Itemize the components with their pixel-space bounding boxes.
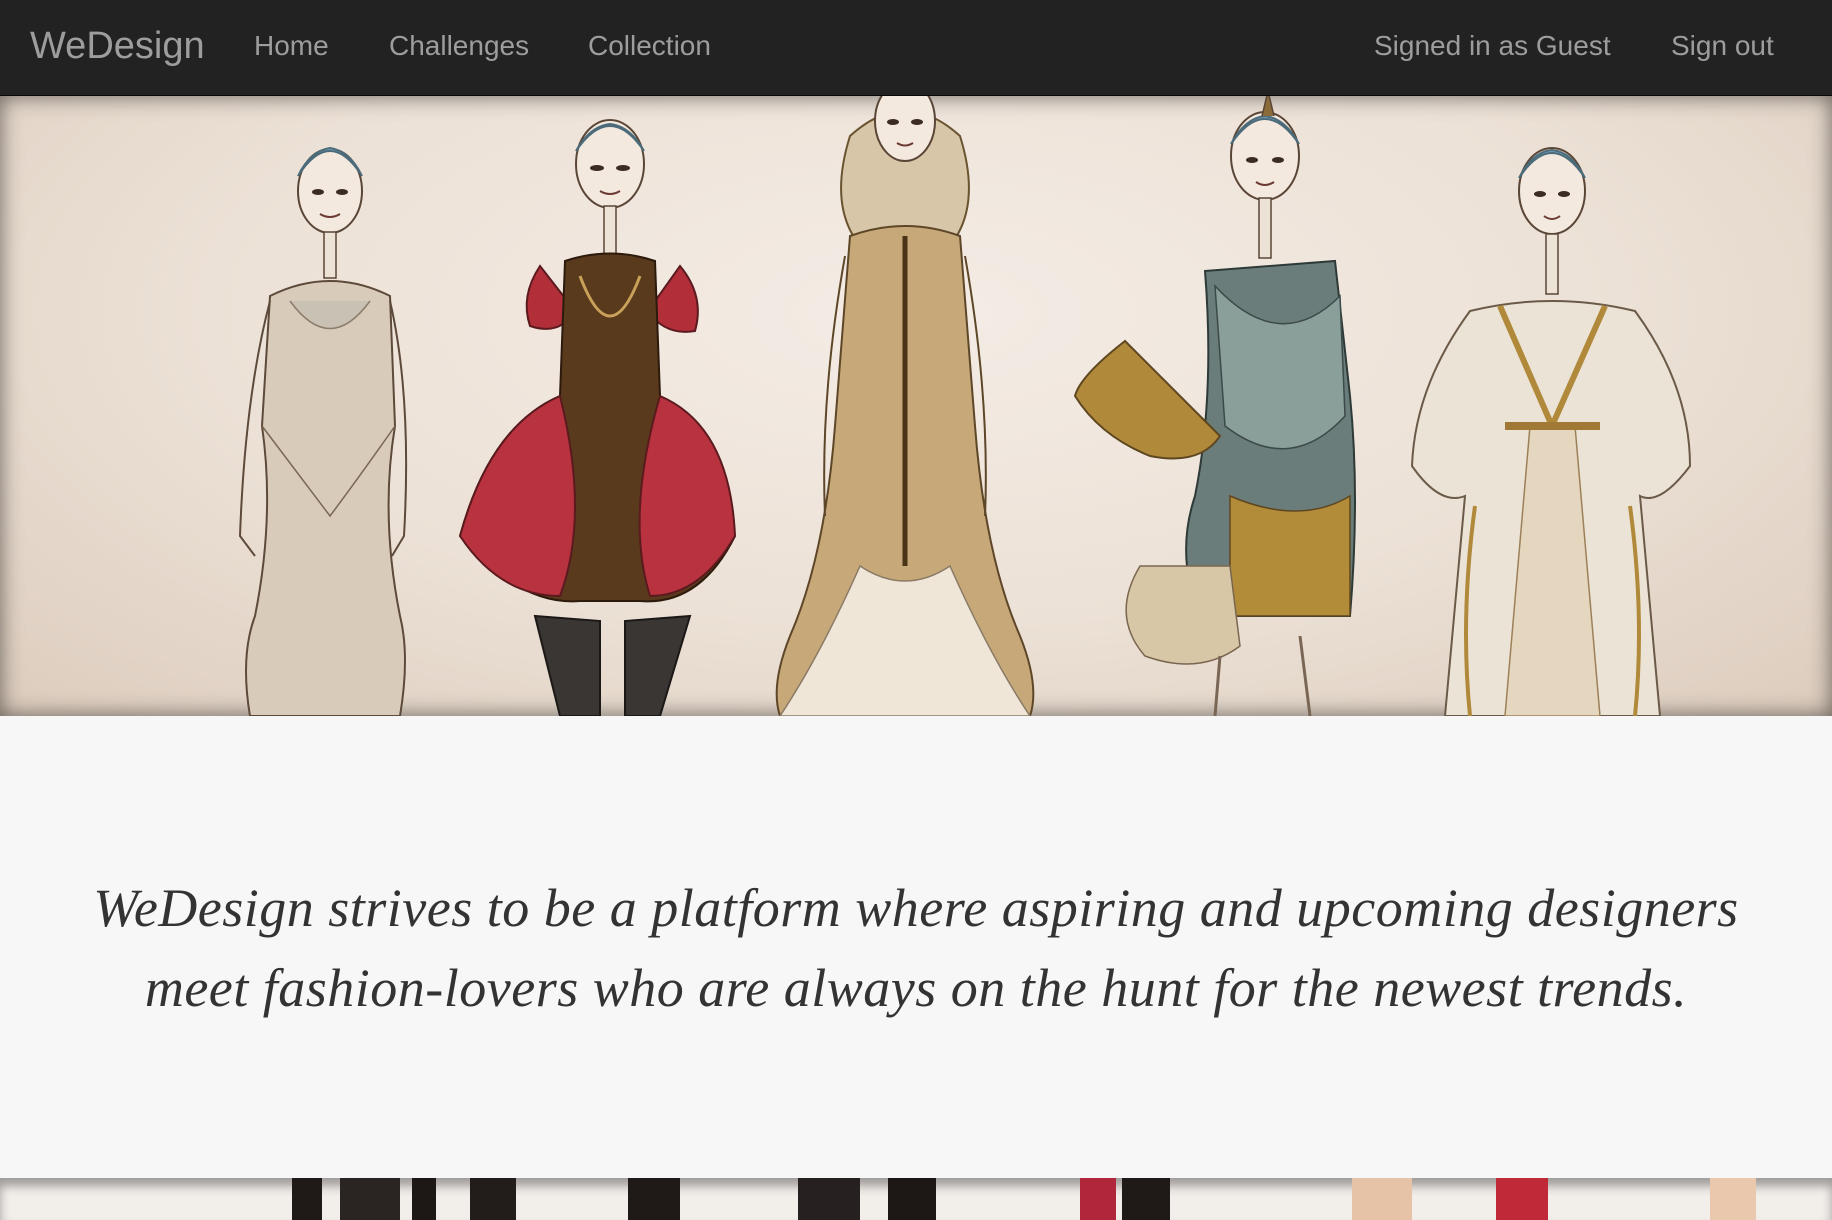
brand-logo[interactable]: WeDesign (30, 0, 205, 96)
mission-line-2: meet fashion-lovers who are always on th… (144, 958, 1688, 1018)
top-navbar: WeDesign Home Challenges Collection Sign… (0, 0, 1832, 96)
figure-feathered-coat (775, 96, 1035, 716)
nav-collection-link[interactable]: Collection (588, 0, 711, 96)
nav-challenges-link[interactable]: Challenges (389, 0, 529, 96)
fashion-sketch-illustration-icon (238, 96, 1692, 716)
bottom-image-strip (0, 1178, 1832, 1220)
mission-statement: WeDesign strives to be a platform where … (60, 868, 1772, 1028)
figure-kaftan-gown (1410, 147, 1692, 716)
mission-statement-section: WeDesign strives to be a platform where … (0, 716, 1832, 1178)
fashion-sketch-strip-icon (292, 1178, 1756, 1220)
figure-draped-dress (1073, 96, 1356, 716)
figure-beige-gown (238, 146, 408, 716)
hero-banner (0, 96, 1832, 716)
nav-home-link[interactable]: Home (254, 0, 329, 96)
sign-out-link[interactable]: Sign out (1671, 0, 1774, 96)
figure-red-puff-dress (458, 119, 737, 716)
signed-in-status-link[interactable]: Signed in as Guest (1374, 0, 1611, 96)
mission-line-1: WeDesign strives to be a platform where … (93, 878, 1739, 938)
